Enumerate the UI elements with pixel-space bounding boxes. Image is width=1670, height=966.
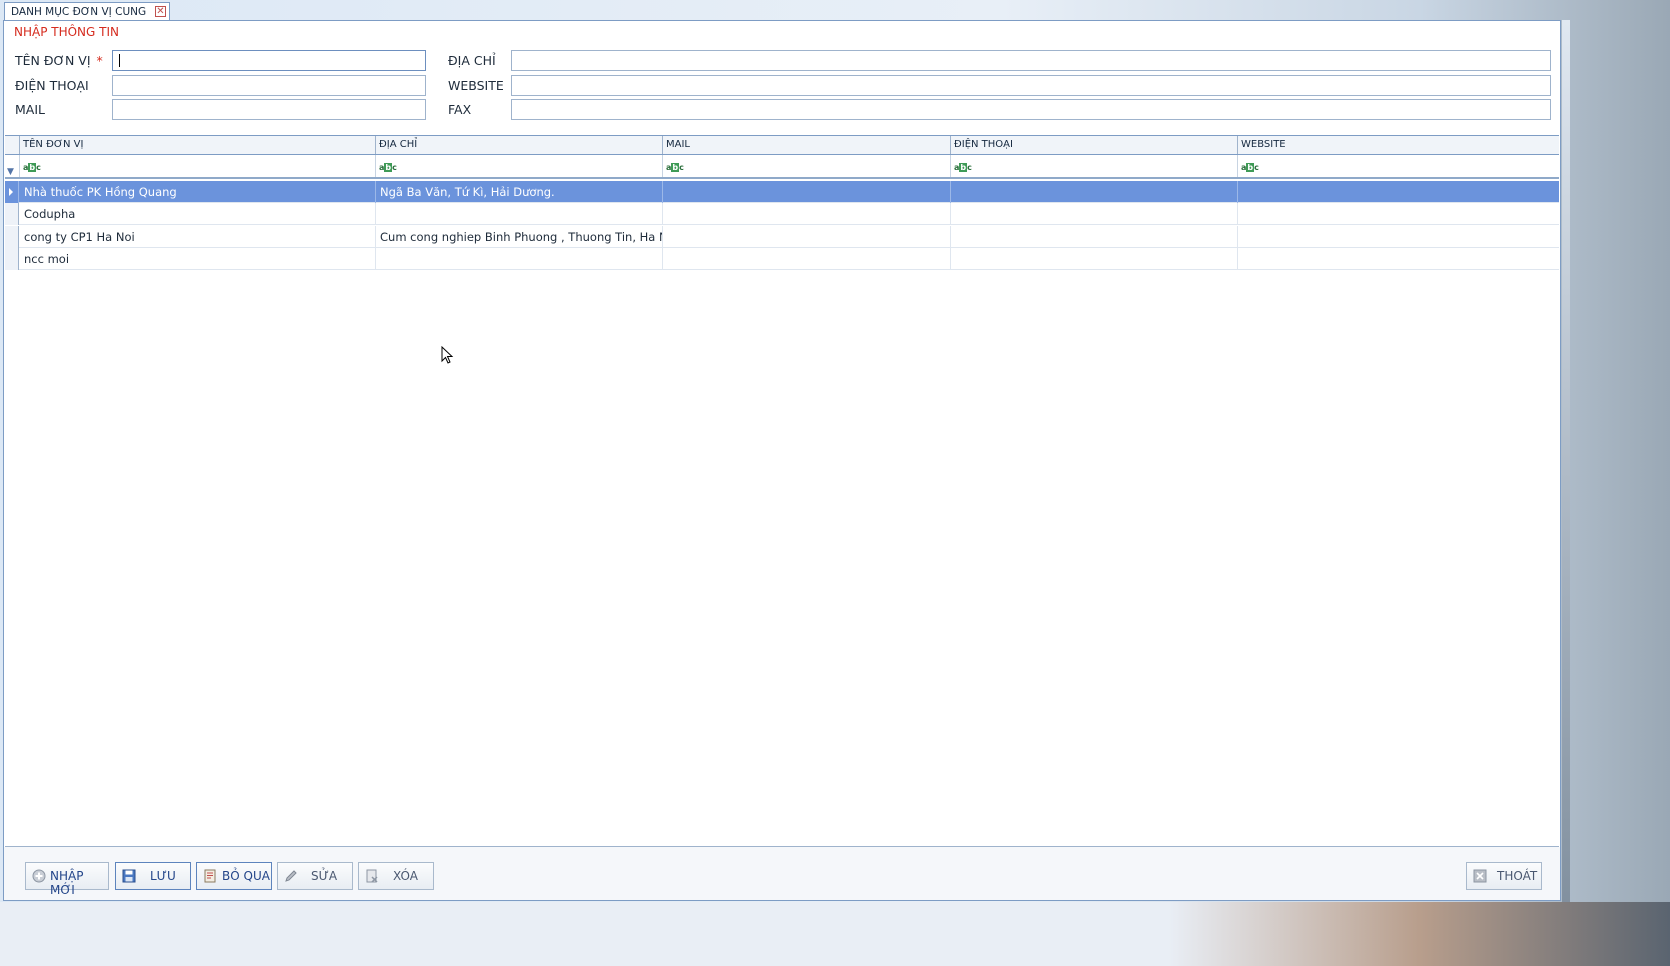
row-indicator[interactable] — [5, 181, 19, 203]
table-row[interactable]: cong ty CP1 Ha Noi Cum cong nghiep Binh … — [5, 226, 1559, 248]
supplier-grid: TÊN ĐƠN VỊ ĐỊA CHỈ MAIL ĐIỆN THOẠI WEBSI… — [5, 135, 1559, 847]
text-filter-icon: abc — [379, 163, 397, 172]
sua-label: SỬA — [311, 869, 338, 883]
column-header-website[interactable]: WEBSITE — [1238, 136, 1559, 154]
cell-dia-chi[interactable] — [376, 203, 663, 225]
button-bar: NHẬP MỚI LƯU BỎ QUA SỬA XÓA THOÁT — [4, 847, 1560, 900]
row-indicator[interactable] — [5, 248, 19, 270]
cell-ten-don-vi[interactable]: ncc moi — [20, 248, 376, 270]
cell-ten-don-vi[interactable]: Nhà thuốc PK Hồng Quang — [20, 181, 376, 203]
text-filter-icon: abc — [666, 163, 684, 172]
filter-cell-website[interactable]: abc — [1238, 155, 1559, 177]
main-window: NHẬP THÔNG TIN TÊN ĐƠN VỊ * ĐIỆN THOẠI MA… — [3, 20, 1561, 901]
column-header-ten-don-vi[interactable]: TÊN ĐƠN VỊ — [20, 136, 376, 154]
save-icon — [122, 869, 136, 883]
label-fax: FAX — [448, 102, 472, 117]
ten-don-vi-input[interactable] — [112, 50, 426, 71]
thoat-label: THOÁT — [1497, 869, 1538, 883]
website-input[interactable] — [511, 75, 1551, 96]
text-filter-icon: abc — [23, 163, 41, 172]
cell-dien-thoai[interactable] — [951, 248, 1238, 270]
row-indicator[interactable] — [5, 226, 19, 248]
xoa-label: XÓA — [393, 869, 418, 883]
column-header-dia-chi[interactable]: ĐỊA CHỈ — [376, 136, 663, 154]
cell-dien-thoai[interactable] — [951, 203, 1238, 225]
cell-ten-don-vi[interactable]: Codupha — [20, 203, 376, 225]
fax-input[interactable] — [511, 99, 1551, 120]
dia-chi-input[interactable] — [511, 50, 1551, 71]
sua-button[interactable]: SỬA — [277, 862, 353, 890]
filter-cell-mail[interactable]: abc — [663, 155, 951, 177]
cell-dia-chi[interactable] — [376, 248, 663, 270]
header-selector — [5, 136, 20, 154]
cell-website[interactable] — [1238, 203, 1559, 225]
cell-mail[interactable] — [663, 248, 951, 270]
bo-qua-button[interactable]: BỎ QUA — [196, 862, 272, 890]
column-header-mail[interactable]: MAIL — [663, 136, 951, 154]
filter-funnel-icon[interactable]: ▼ — [7, 161, 14, 183]
cell-website[interactable] — [1238, 226, 1559, 248]
cell-mail[interactable] — [663, 181, 951, 203]
tab-close-icon[interactable]: ✕ — [155, 6, 166, 17]
undo-icon — [203, 869, 217, 883]
tab-danh-muc[interactable]: DANH MỤC ĐƠN VỊ CUNG CẤP ✕ — [4, 2, 170, 36]
section-title: NHẬP THÔNG TIN — [14, 25, 119, 39]
column-header-dien-thoai[interactable]: ĐIỆN THOẠI — [951, 136, 1238, 154]
label-mail: MAIL — [15, 102, 45, 117]
table-row[interactable]: Nhà thuốc PK Hồng Quang Ngã Ba Văn, Tứ K… — [5, 181, 1559, 203]
filter-selector: ▼ — [5, 155, 20, 177]
text-filter-icon: abc — [954, 163, 972, 172]
label-dia-chi: ĐỊA CHỈ — [448, 53, 496, 68]
table-row[interactable]: Codupha — [5, 203, 1559, 225]
cell-website[interactable] — [1238, 181, 1559, 203]
dien-thoai-input[interactable] — [112, 75, 426, 96]
cell-ten-don-vi[interactable]: cong ty CP1 Ha Noi — [20, 226, 376, 248]
close-icon — [1473, 869, 1487, 883]
label-ten-don-vi: TÊN ĐƠN VỊ * — [15, 53, 103, 68]
background-edge — [1562, 20, 1570, 966]
edit-icon — [284, 869, 298, 883]
filter-cell-ten-don-vi[interactable]: abc — [20, 155, 376, 177]
cell-mail[interactable] — [663, 203, 951, 225]
filter-cell-dia-chi[interactable]: abc — [376, 155, 663, 177]
table-row[interactable]: ncc moi — [5, 248, 1559, 270]
cell-dia-chi[interactable]: Cum cong nghiep Binh Phuong , Thuong Tin… — [376, 226, 663, 248]
cell-dia-chi[interactable]: Ngã Ba Văn, Tứ Kì, Hải Dương. — [376, 181, 663, 203]
cell-dien-thoai[interactable] — [951, 181, 1238, 203]
cell-dien-thoai[interactable] — [951, 226, 1238, 248]
background-strip — [0, 902, 1670, 966]
luu-button[interactable]: LƯU — [115, 862, 191, 890]
plus-circle-icon — [32, 869, 46, 883]
current-row-arrow-icon — [9, 188, 13, 196]
luu-label: LƯU — [150, 869, 176, 883]
nhap-moi-button[interactable]: NHẬP MỚI — [25, 862, 109, 897]
xoa-button[interactable]: XÓA — [358, 862, 434, 890]
text-filter-icon: abc — [1241, 163, 1259, 172]
label-website: WEBSITE — [448, 78, 504, 93]
text-caret — [119, 54, 120, 67]
nhap-moi-label: NHẬP MỚI — [50, 869, 84, 897]
cell-mail[interactable] — [663, 226, 951, 248]
bo-qua-label: BỎ QUA — [222, 869, 270, 883]
delete-icon — [365, 869, 379, 883]
row-indicator[interactable] — [5, 203, 19, 225]
cell-website[interactable] — [1238, 248, 1559, 270]
grid-filter-row: ▼ abc abc abc abc abc — [5, 155, 1559, 179]
label-dien-thoai: ĐIỆN THOẠI — [15, 78, 89, 93]
grid-header: TÊN ĐƠN VỊ ĐỊA CHỈ MAIL ĐIỆN THOẠI WEBSI… — [5, 136, 1559, 155]
required-mark: * — [96, 53, 103, 68]
filter-cell-dien-thoai[interactable]: abc — [951, 155, 1238, 177]
thoat-button[interactable]: THOÁT — [1466, 862, 1542, 890]
mail-input[interactable] — [112, 99, 426, 120]
